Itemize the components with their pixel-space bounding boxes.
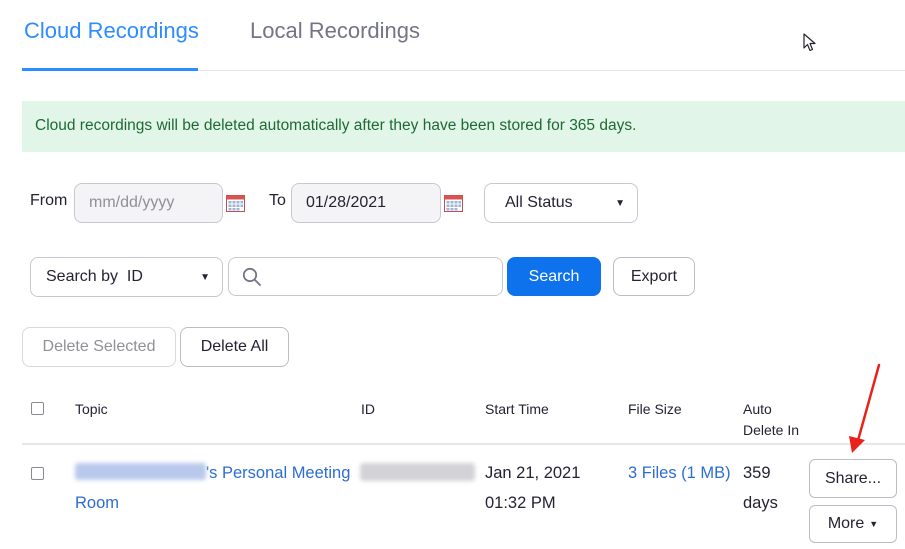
from-date-input[interactable] bbox=[74, 183, 223, 223]
caret-down-icon: ▼ bbox=[869, 519, 879, 529]
export-button[interactable]: Export bbox=[613, 257, 695, 296]
column-header-auto-delete-line1: Auto bbox=[743, 401, 772, 417]
search-icon bbox=[242, 267, 261, 286]
caret-down-icon: ▼ bbox=[615, 197, 625, 209]
to-date-input[interactable] bbox=[291, 183, 441, 223]
annotation-arrow-icon bbox=[849, 363, 881, 453]
start-date: Jan 21, 2021 bbox=[485, 464, 581, 482]
column-header-auto-delete-line2: Delete In bbox=[743, 422, 800, 438]
column-header-topic: Topic bbox=[75, 401, 108, 417]
more-button-label: More bbox=[827, 515, 865, 532]
auto-delete-unit: days bbox=[743, 494, 778, 512]
start-time-cell: Jan 21, 2021 01:32 PM bbox=[485, 458, 580, 518]
retention-notice-text: Cloud recordings will be deleted automat… bbox=[35, 117, 637, 134]
mouse-pointer-icon bbox=[803, 33, 816, 52]
select-all-checkbox[interactable] bbox=[31, 402, 44, 415]
recording-topic-link[interactable]: 's Personal Meeting Room bbox=[75, 458, 360, 518]
search-button[interactable]: Search bbox=[507, 257, 601, 296]
status-select[interactable]: All Status ▼ bbox=[484, 183, 638, 223]
calendar-icon[interactable] bbox=[444, 193, 463, 212]
table-row: 's Personal Meeting Room Jan 21, 2021 01… bbox=[0, 455, 905, 549]
topic-suffix[interactable]: 's Personal Meeting bbox=[206, 464, 350, 482]
column-header-start-time: Start Time bbox=[485, 401, 549, 417]
column-header-file-size: File Size bbox=[628, 401, 682, 417]
tab-local-recordings[interactable]: Local Recordings bbox=[250, 18, 420, 44]
caret-down-icon: ▼ bbox=[200, 271, 210, 283]
more-button[interactable]: More ▼ bbox=[809, 505, 897, 543]
status-select-value: All Status bbox=[505, 194, 573, 211]
share-button[interactable]: Share... bbox=[809, 459, 897, 498]
column-header-id: ID bbox=[361, 401, 375, 417]
to-label: To bbox=[269, 192, 286, 209]
search-by-select[interactable]: Search by ID ▼ bbox=[30, 257, 223, 297]
delete-all-button[interactable]: Delete All bbox=[180, 327, 289, 367]
search-input[interactable] bbox=[228, 257, 503, 296]
row-checkbox[interactable] bbox=[31, 467, 44, 480]
search-by-value: Search by ID bbox=[46, 268, 143, 285]
redacted-meeting-id bbox=[360, 463, 475, 481]
redacted-name bbox=[75, 463, 206, 480]
retention-notice: Cloud recordings will be deleted automat… bbox=[22, 101, 905, 152]
active-tab-indicator bbox=[22, 68, 198, 71]
from-label: From bbox=[30, 192, 68, 209]
auto-delete-days: 359 bbox=[743, 464, 771, 482]
tab-cloud-recordings[interactable]: Cloud Recordings bbox=[24, 18, 199, 44]
header-divider bbox=[22, 443, 905, 445]
topic-line2[interactable]: Room bbox=[75, 494, 119, 512]
start-time: 01:32 PM bbox=[485, 494, 556, 512]
auto-delete-cell: 359 days bbox=[743, 458, 778, 518]
delete-selected-button[interactable]: Delete Selected bbox=[22, 327, 176, 367]
calendar-icon[interactable] bbox=[226, 193, 245, 212]
file-size-link[interactable]: 3 Files (1 MB) bbox=[628, 458, 731, 488]
